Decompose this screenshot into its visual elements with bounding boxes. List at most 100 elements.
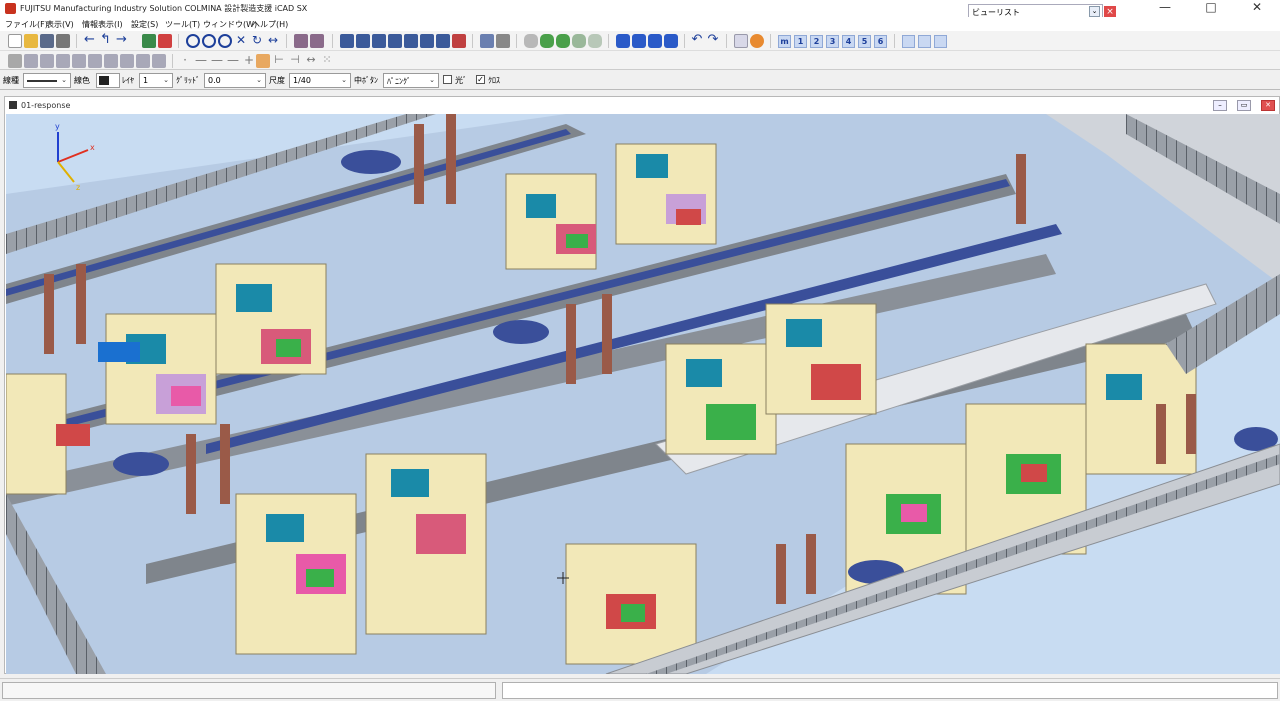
chevron-down-icon: ⌄ (256, 76, 262, 84)
link-icon[interactable] (294, 34, 308, 48)
view-button-3[interactable]: 3 (826, 35, 839, 48)
snap-icon[interactable] (934, 35, 947, 48)
view-button-m[interactable]: m (778, 35, 791, 48)
view-button-2[interactable]: 2 (810, 35, 823, 48)
view-iso-icon[interactable] (436, 34, 450, 48)
view-right-icon[interactable] (420, 34, 434, 48)
group-icon[interactable] (104, 54, 118, 68)
open-folder-icon[interactable] (24, 34, 38, 48)
cylinder-green-icon[interactable] (556, 34, 570, 48)
view-button-5[interactable]: 5 (858, 35, 871, 48)
redraw-icon[interactable] (142, 34, 156, 48)
arrow-right-icon[interactable]: → (116, 33, 130, 48)
layer-select[interactable]: 1 ⌄ (139, 73, 173, 88)
copy-icon[interactable] (40, 54, 54, 68)
undo-icon[interactable]: ↶ (690, 33, 704, 48)
line-arrow-icon[interactable]: — (226, 54, 240, 68)
toolbar-separator (894, 34, 895, 48)
doc-close-button[interactable]: ✕ (1261, 100, 1275, 111)
zoom-out-icon[interactable] (218, 34, 232, 48)
solid-blue-icon[interactable] (632, 34, 646, 48)
layout-icon[interactable] (902, 35, 915, 48)
wireframe-icon[interactable] (496, 34, 510, 48)
hatch-icon[interactable]: ⊣ (288, 54, 302, 68)
cylinder-gray-icon[interactable] (524, 34, 538, 48)
line-color-select[interactable] (96, 73, 120, 88)
print-icon[interactable] (56, 34, 70, 48)
view-front-icon[interactable] (340, 34, 354, 48)
grid-icon[interactable]: ⁙ (320, 54, 334, 68)
view-top-icon[interactable] (372, 34, 386, 48)
cross-checkbox[interactable]: ✓ (476, 75, 485, 84)
solid-blue-icon[interactable] (648, 34, 662, 48)
overview-icon[interactable] (158, 34, 172, 48)
zoom-icon[interactable] (186, 34, 200, 48)
move-icon[interactable] (24, 54, 38, 68)
solid-blue-icon[interactable] (664, 34, 678, 48)
scale-select[interactable]: 1/40 ⌄ (289, 73, 351, 88)
shape-icon[interactable] (88, 54, 102, 68)
cylinder-green-icon[interactable] (540, 34, 554, 48)
point-icon[interactable]: · (178, 54, 192, 68)
toolbar-separator (286, 34, 287, 48)
dimension-icon[interactable]: ⊢ (272, 54, 286, 68)
frame-icon[interactable] (136, 54, 150, 68)
menu-tools[interactable]: ツール(T) (165, 19, 200, 30)
mirror-icon[interactable] (56, 54, 70, 68)
cylinder-light-icon[interactable] (572, 34, 586, 48)
toolbar-separator (684, 34, 685, 48)
window-icon[interactable] (918, 35, 931, 48)
cylinder-outline-icon[interactable] (588, 34, 602, 48)
view-button-1[interactable]: 1 (794, 35, 807, 48)
shade-icon[interactable] (480, 34, 494, 48)
line-icon[interactable]: — (194, 54, 208, 68)
cross-icon[interactable]: + (242, 54, 256, 68)
command-input[interactable] (502, 682, 1278, 699)
view-button-6[interactable]: 6 (874, 35, 887, 48)
close-button[interactable]: ✕ (1234, 0, 1280, 17)
arrow-up-left-icon[interactable]: ↰ (100, 33, 114, 48)
polygon-icon[interactable] (72, 54, 86, 68)
menu-help[interactable]: ヘルプ(H) (252, 19, 288, 30)
menu-settings[interactable]: 設定(S) (131, 19, 158, 30)
render-icon[interactable] (750, 34, 764, 48)
properties-icon[interactable] (734, 34, 748, 48)
view-bottom-icon[interactable] (388, 34, 402, 48)
select-icon[interactable] (8, 54, 22, 68)
rotate-icon[interactable]: ↻ (250, 34, 264, 48)
menu-info[interactable]: 情報表示(I) (82, 19, 123, 30)
chevron-down-icon[interactable]: ⌄ (1089, 6, 1100, 17)
new-file-icon[interactable] (8, 34, 22, 48)
layer-value: 1 (143, 76, 149, 85)
status-bar (0, 678, 1280, 701)
solid-blue-icon[interactable] (616, 34, 630, 48)
ap-icon[interactable] (256, 54, 270, 68)
view-button-4[interactable]: 4 (842, 35, 855, 48)
grid-select[interactable]: 0.0 ⌄ (204, 73, 266, 88)
doc-restore-button[interactable]: ▭ (1237, 100, 1251, 111)
redo-icon[interactable]: ↷ (706, 33, 720, 48)
maximize-button[interactable]: □ (1188, 0, 1234, 17)
arrow-left-icon[interactable]: ← (84, 33, 98, 48)
line-dash-icon[interactable]: — (210, 54, 224, 68)
middle-button-select[interactable]: ﾊﾟﾆﾝｸﾞ ⌄ (383, 73, 439, 88)
minimize-button[interactable]: — (1142, 0, 1188, 17)
distance-icon[interactable]: ↔ (304, 54, 318, 68)
view-custom-icon[interactable] (452, 34, 466, 48)
view-back-icon[interactable] (356, 34, 370, 48)
zoom-in-icon[interactable] (202, 34, 216, 48)
fit-icon[interactable]: ✕ (234, 34, 248, 48)
doc-minimize-button[interactable]: – (1213, 100, 1227, 111)
unlink-icon[interactable] (310, 34, 324, 48)
view-left-icon[interactable] (404, 34, 418, 48)
block-icon[interactable] (120, 54, 134, 68)
menu-window[interactable]: ウィンドウ(W) (203, 19, 257, 30)
line-type-select[interactable]: ⌄ (23, 73, 71, 88)
3d-viewport[interactable]: y x z (6, 114, 1280, 674)
layer-icon[interactable] (152, 54, 166, 68)
save-icon[interactable] (40, 34, 54, 48)
menu-view[interactable]: 表示(V) (46, 19, 74, 30)
light-checkbox[interactable] (443, 75, 452, 84)
menu-file[interactable]: ファイル(F) (5, 19, 48, 30)
pan-icon[interactable]: ↔ (266, 34, 280, 48)
